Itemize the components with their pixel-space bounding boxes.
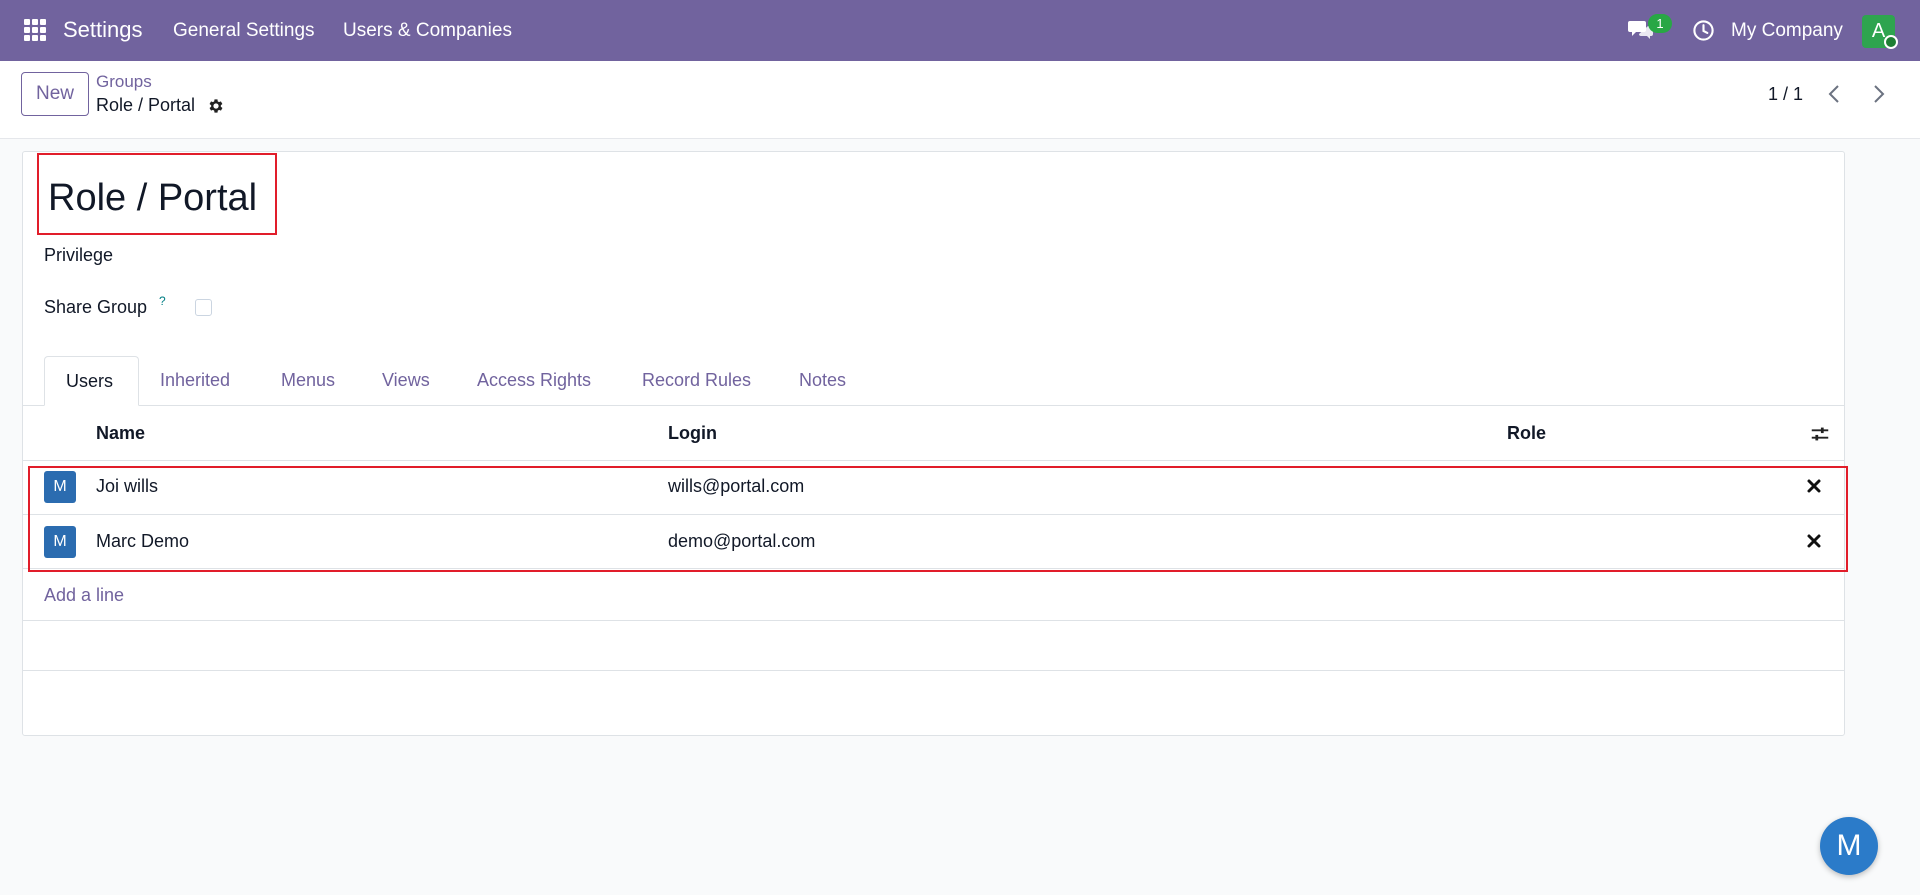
delete-row-icon[interactable] [1806,533,1822,549]
tab-menus[interactable]: Menus [281,370,335,391]
tab-users-label: Users [66,371,114,391]
tab-notes[interactable]: Notes [799,370,846,391]
control-panel: New Groups Role / Portal 1 / 1 [0,61,1920,139]
online-status-dot [1884,35,1898,49]
apps-grid-icon[interactable] [24,19,46,41]
chevron-left-icon[interactable] [1823,82,1847,106]
activity-clock-icon[interactable] [1692,19,1715,42]
tab-record-rules[interactable]: Record Rules [642,370,751,391]
floating-user-avatar[interactable]: M [1820,817,1878,875]
group-name-field[interactable]: Role / Portal [48,177,257,220]
form-sheet [22,151,1845,736]
tab-inherited[interactable]: Inherited [160,370,230,391]
app-name[interactable]: Settings [63,17,143,43]
chevron-right-icon[interactable] [1866,82,1890,106]
pager-value[interactable]: 1 / 1 [1768,84,1803,105]
menu-users-companies[interactable]: Users & Companies [343,20,512,42]
top-navbar: Settings General Settings Users & Compan… [0,0,1920,61]
gear-icon[interactable] [207,97,225,115]
row-divider [22,670,1845,671]
tabs-divider [22,405,1845,406]
column-header-name[interactable]: Name [96,423,145,444]
privilege-label: Privilege [44,245,114,265]
row-divider [22,514,1845,515]
chat-count-badge: 1 [1648,14,1672,33]
add-a-line-link[interactable]: Add a line [44,585,124,606]
cell-login[interactable]: demo@portal.com [668,531,815,552]
company-switcher[interactable]: My Company [1731,20,1843,42]
column-header-role[interactable]: Role [1507,423,1546,444]
breadcrumb-groups[interactable]: Groups [96,72,152,92]
delete-row-icon[interactable] [1806,478,1822,494]
user-avatar-joi-wills: M [44,471,76,503]
optional-columns-icon[interactable] [1809,423,1831,445]
menu-general-settings[interactable]: General Settings [173,20,315,42]
share-group-checkbox[interactable] [195,299,212,316]
user-avatar-marc-demo: M [44,526,76,558]
tab-users[interactable]: Users [44,356,139,406]
tab-views[interactable]: Views [382,370,430,391]
breadcrumb-current: Role / Portal [96,95,196,115]
help-tooltip-icon[interactable]: ? [159,294,166,308]
row-divider [22,568,1845,569]
table-header-divider [22,460,1845,461]
share-group-label: Share Group [44,297,148,317]
new-button[interactable]: New [21,72,89,116]
cell-login[interactable]: wills@portal.com [668,476,804,497]
cell-name[interactable]: Marc Demo [96,531,189,552]
tab-access-rights[interactable]: Access Rights [477,370,591,391]
row-divider [22,620,1845,621]
column-header-login[interactable]: Login [668,423,717,444]
cell-name[interactable]: Joi wills [96,476,158,497]
